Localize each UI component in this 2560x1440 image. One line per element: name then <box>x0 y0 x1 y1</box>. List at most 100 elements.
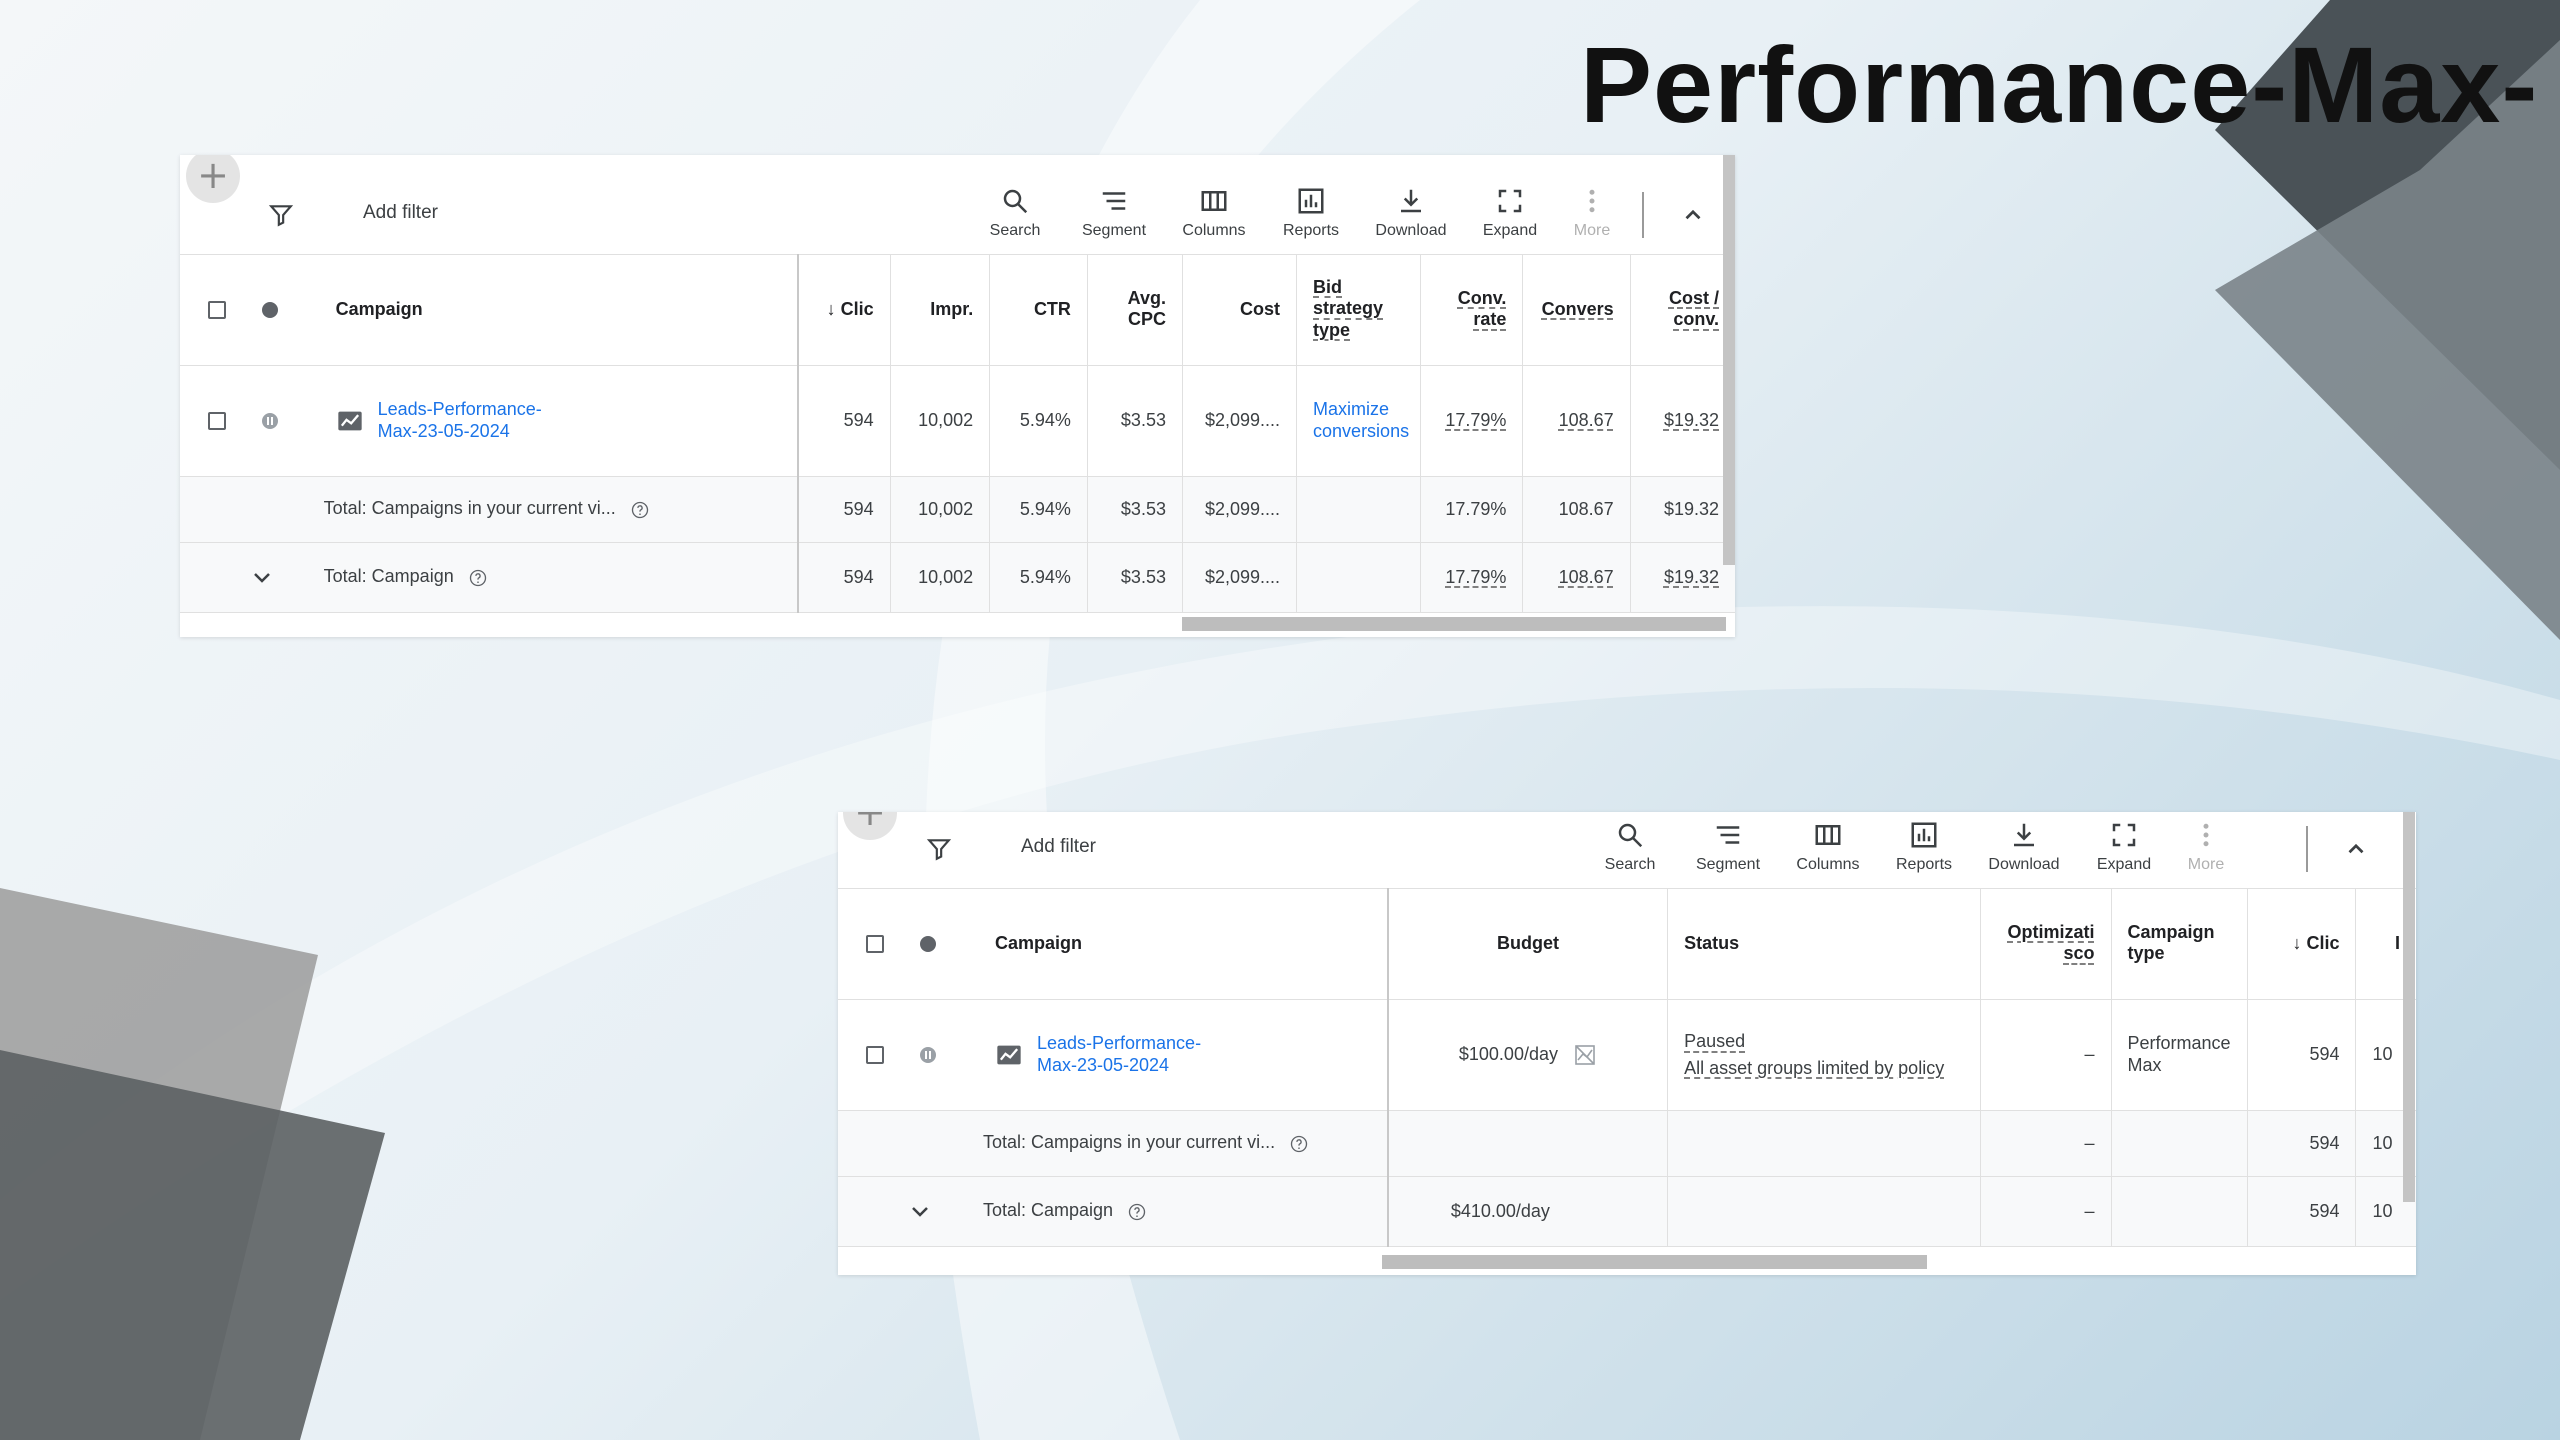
row-checkbox[interactable] <box>208 412 226 431</box>
search-icon <box>1618 823 1643 848</box>
header-impressions[interactable]: Impr. <box>889 254 990 366</box>
row-checkbox[interactable] <box>866 1046 884 1065</box>
header-campaign-type[interactable]: Campaign type <box>2110 888 2248 1000</box>
add-filter-button[interactable]: Add filter <box>363 202 438 224</box>
columns-button[interactable]: Columns <box>1778 820 1878 874</box>
columns-button[interactable]: Columns <box>1164 186 1264 240</box>
header-conv-rate[interactable]: Conv. rate <box>1420 254 1523 366</box>
cell-clicks: 594 <box>797 365 891 477</box>
chevron-up-icon[interactable] <box>1680 202 1706 228</box>
cell-conversions[interactable]: 108.67 <box>1559 410 1614 430</box>
header-ctr[interactable]: CTR <box>989 254 1088 366</box>
horizontal-scrollbar[interactable] <box>1382 1255 1927 1269</box>
total-current-view-label: Total: Campaigns in your current vi... <box>323 498 616 519</box>
horizontal-scrollbar[interactable] <box>1182 617 1726 631</box>
cell-status: Paused <box>1684 1031 1746 1052</box>
columns-icon <box>1201 191 1227 211</box>
performance-max-icon <box>997 1045 1021 1064</box>
campaign-table: Campaign Budget Status Optimizati sco Campai… <box>838 888 2416 1247</box>
help-icon[interactable] <box>1127 1202 1147 1222</box>
paused-status-icon[interactable] <box>262 413 278 430</box>
help-icon[interactable] <box>468 568 488 588</box>
cell-cost-per-conv[interactable]: $19.32 <box>1664 410 1719 430</box>
download-button[interactable]: Download <box>1361 186 1461 240</box>
reports-button[interactable]: Reports <box>1261 186 1361 240</box>
cell-conv-rate[interactable]: 17.79% <box>1445 410 1506 430</box>
more-button[interactable]: More <box>2156 820 2256 874</box>
cell-clicks: 594 <box>2246 999 2356 1111</box>
search-button[interactable]: Search <box>1580 820 1680 874</box>
reports-button[interactable]: Reports <box>1874 820 1974 874</box>
campaign-table-panel-2: + Add filter Search Segment Columns Reports… <box>838 812 2416 1275</box>
header-status[interactable]: Status <box>1667 888 1981 1000</box>
header-conversions[interactable]: Convers <box>1522 254 1631 366</box>
paused-status-icon[interactable] <box>920 1047 936 1064</box>
reports-icon <box>1298 188 1324 214</box>
total-campaign-label: Total: Campaign <box>323 566 454 587</box>
table-row: Leads-Performance-Max-23-05-2024 594 10,… <box>180 365 1735 477</box>
total-row-campaign: Total: Campaign $410.00/day –594 10 <box>838 1176 2416 1247</box>
columns-icon <box>1815 825 1841 845</box>
header-clicks[interactable]: ↓ Clic <box>797 254 891 366</box>
campaign-name-link[interactable]: Leads-Performance-Max-23-05-2024 <box>378 399 578 442</box>
vertical-scrollbar[interactable] <box>2403 812 2415 1202</box>
arrow-down-icon: ↓ <box>2292 932 2307 953</box>
add-filter-button[interactable]: Add filter <box>1021 836 1096 858</box>
segment-icon <box>1716 826 1740 844</box>
vertical-scrollbar[interactable] <box>1723 155 1735 565</box>
budget-chart-icon[interactable] <box>1573 1043 1597 1067</box>
total-campaign-label: Total: Campaign <box>982 1200 1114 1221</box>
search-button[interactable]: Search <box>965 186 1065 240</box>
header-budget[interactable]: Budget <box>1387 888 1668 1000</box>
filter-icon[interactable] <box>926 836 952 862</box>
search-icon <box>1003 189 1028 214</box>
header-bid-strategy-type[interactable]: Bid strategy type <box>1296 254 1421 366</box>
status-dot-icon <box>262 302 278 318</box>
segment-button[interactable]: Segment <box>1678 820 1778 874</box>
more-vert-icon <box>2203 823 2209 847</box>
select-all-checkbox[interactable] <box>866 935 884 953</box>
status-detail-link[interactable]: All asset groups limited by policy <box>1684 1058 1944 1078</box>
header-optimization-score[interactable]: Optimizati sco <box>1979 888 2112 1000</box>
help-icon[interactable] <box>1289 1134 1309 1154</box>
cell-cost: $2,099.... <box>1181 365 1297 477</box>
bid-strategy-link[interactable]: Maximize conversions <box>1313 399 1409 441</box>
status-dot-icon <box>920 936 936 952</box>
header-campaign[interactable]: Campaign <box>954 888 1389 1000</box>
download-button[interactable]: Download <box>1974 820 2074 874</box>
segment-icon <box>1102 192 1126 210</box>
select-all-checkbox[interactable] <box>208 301 226 319</box>
total-row-campaign: Total: Campaign 594 10,002 5.94% $3.53 $… <box>180 542 1735 613</box>
cell-optimization-score: – <box>1979 999 2112 1111</box>
more-button[interactable]: More <box>1542 186 1642 240</box>
chevron-down-icon[interactable] <box>908 1199 932 1223</box>
cell-campaign-type: Performance Max <box>2110 999 2248 1111</box>
segment-button[interactable]: Segment <box>1064 186 1164 240</box>
filter-icon[interactable] <box>268 202 294 228</box>
help-icon[interactable] <box>630 500 650 520</box>
download-icon <box>1401 189 1421 213</box>
campaign-table: Campaign ↓ Clic Impr. CTR Avg. CPC Cost … <box>180 254 1735 613</box>
table-row: Leads-Performance-Max-23-05-2024 $100.00/… <box>838 999 2416 1111</box>
header-avg-cpc[interactable]: Avg. CPC <box>1086 254 1183 366</box>
reports-icon <box>1911 822 1937 848</box>
header-clicks[interactable]: ↓ Clic <box>2246 888 2356 1000</box>
total-current-view-label: Total: Campaigns in your current vi... <box>982 1132 1276 1153</box>
table-toolbar: Add filter Search Segment Columns Reports Do… <box>838 812 2416 889</box>
campaign-name-link[interactable]: Leads-Performance-Max-23-05-2024 <box>1037 1033 1237 1076</box>
chevron-up-icon[interactable] <box>2343 836 2369 862</box>
expand-icon <box>1498 189 1522 213</box>
header-cost-per-conv[interactable]: Cost / conv. <box>1629 254 1735 366</box>
more-vert-icon <box>1589 189 1595 213</box>
cell-budget[interactable]: $100.00/day <box>1459 1043 1558 1063</box>
performance-max-icon <box>337 411 362 430</box>
download-icon <box>2014 823 2034 847</box>
header-cost[interactable]: Cost <box>1181 254 1297 366</box>
campaign-table-panel-1: + Add filter Search Segment Columns Repo… <box>180 155 1735 637</box>
total-row-current-view: Total: Campaigns in your current vi... –5… <box>838 1110 2416 1177</box>
header-campaign[interactable]: Campaign <box>295 254 799 366</box>
header-row: Campaign ↓ Clic Impr. CTR Avg. CPC Cost … <box>180 254 1735 366</box>
chevron-down-icon[interactable] <box>250 565 274 589</box>
table-toolbar: Add filter Search Segment Columns Report… <box>180 178 1735 255</box>
arrow-down-icon: ↓ <box>826 298 841 319</box>
